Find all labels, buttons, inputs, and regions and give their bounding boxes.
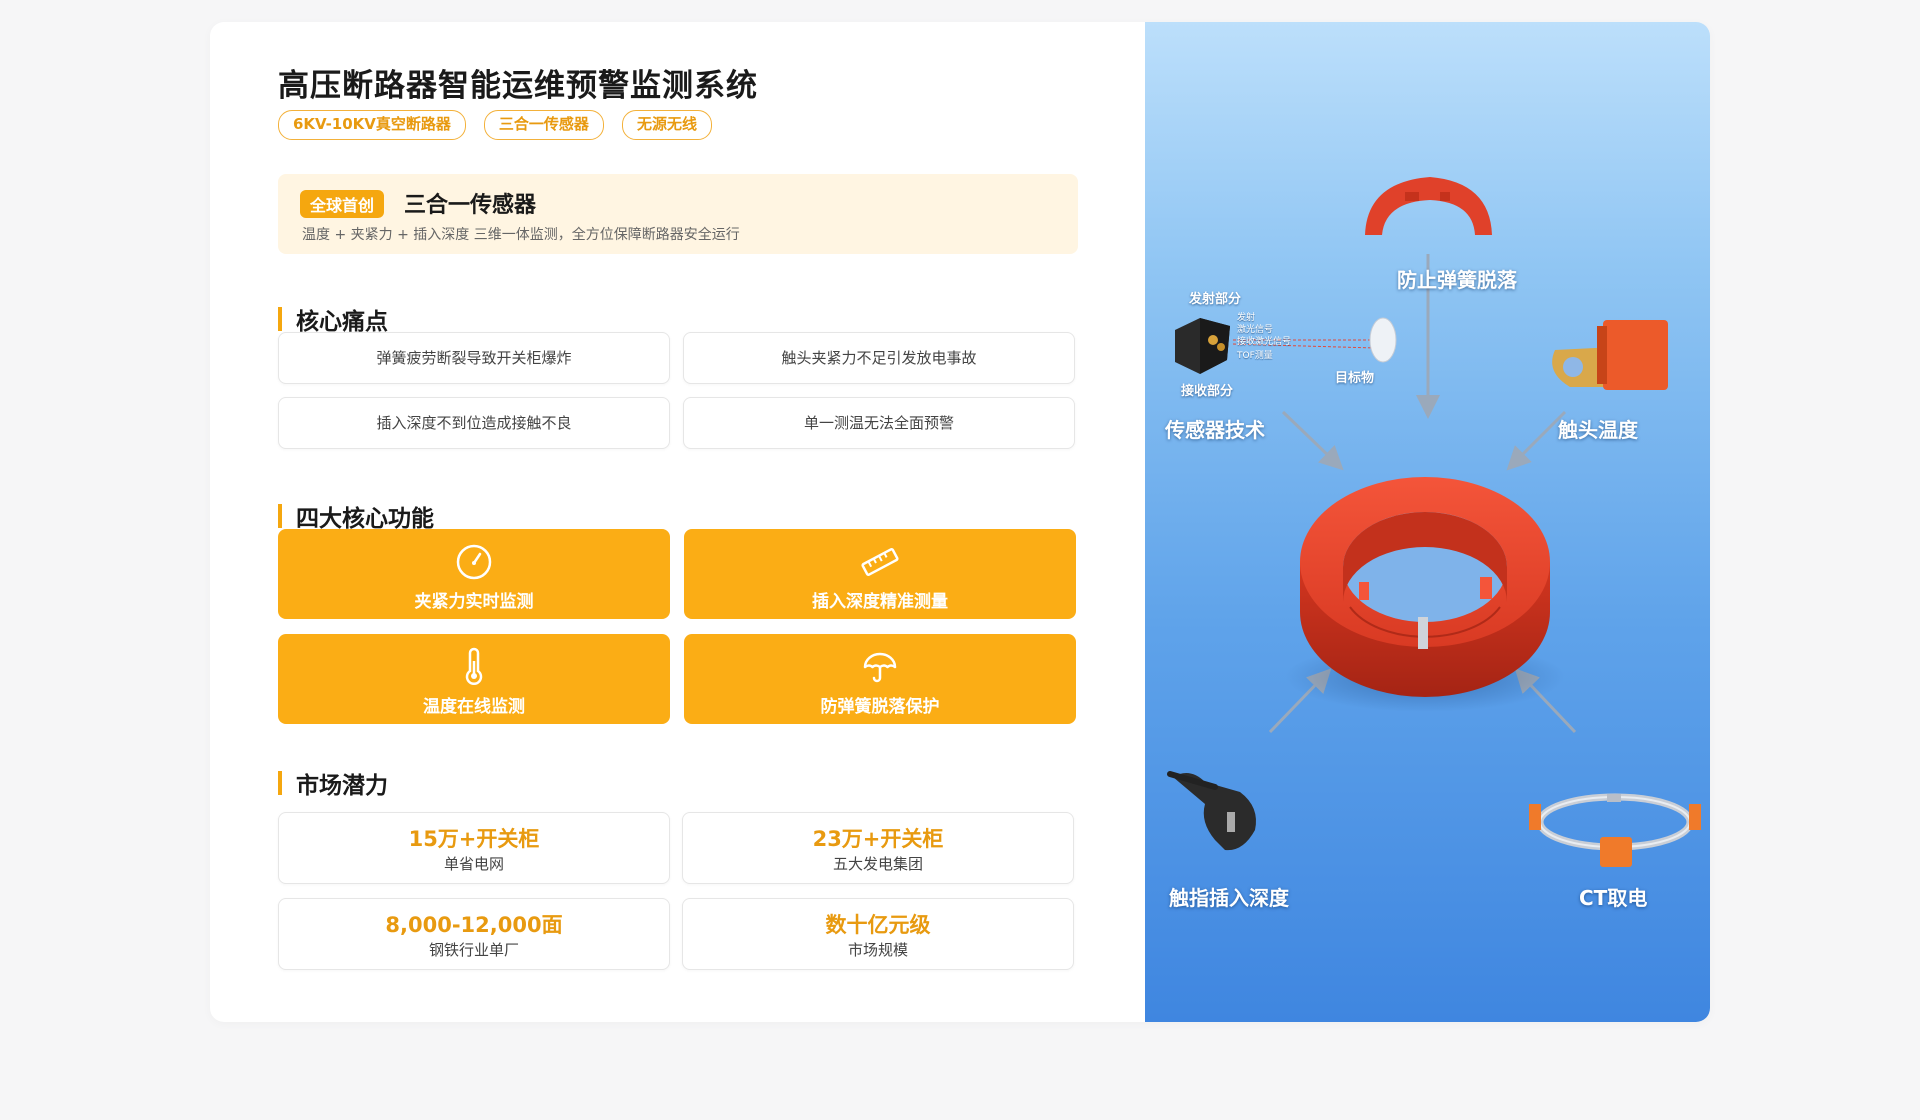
market-label: 五大发电集团 bbox=[832, 855, 923, 873]
tag-wireless: 无源无线 bbox=[621, 110, 712, 140]
umbrella-icon bbox=[863, 652, 897, 683]
market-stat: 数十亿元级 市场规模 bbox=[682, 898, 1074, 970]
tag-voltage: 6KV-10KV真空断路器 bbox=[278, 110, 466, 140]
pain-point-item: 插入深度不到位造成接触不良 bbox=[278, 397, 670, 449]
sensor-receive-laser: 接收激光信号 bbox=[1237, 337, 1292, 347]
label-sensor: 传感器技术 bbox=[1165, 418, 1265, 442]
section-bar bbox=[278, 504, 282, 528]
highlight-banner: 全球首创 三合一传感器 温度 + 夹紧力 + 插入深度 三维一体监测，全方位保障… bbox=[278, 174, 1078, 254]
feature-card-spring-protection[interactable]: 防弹簧脱落保护 bbox=[684, 634, 1076, 724]
section-pain-points: 核心痛点 bbox=[278, 306, 388, 335]
section-market: 市场潜力 bbox=[278, 770, 388, 799]
info-panel: 高压断路器智能运维预警监测系统 6KV-10KV真空断路器 三合一传感器 无源无… bbox=[210, 22, 1145, 1022]
sensor-receive-label: 接收部分 bbox=[1181, 384, 1234, 399]
market-label: 市场规模 bbox=[847, 941, 908, 959]
ct-power-part bbox=[1529, 793, 1701, 867]
feature-card-insertion-depth[interactable]: 插入深度精准测量 bbox=[684, 529, 1076, 619]
section-bar bbox=[278, 307, 282, 331]
product-diagram: 防止弹簧脱落 传感器技术 触头温度 触指插入深度 CT取电 发射部分 接收部分 … bbox=[1145, 22, 1710, 1022]
market-value: 8,000-12,000面 bbox=[385, 913, 563, 937]
section-features: 四大核心功能 bbox=[278, 503, 434, 532]
banner-title: 三合一传感器 bbox=[404, 193, 537, 218]
market-value: 15万+开关柜 bbox=[408, 827, 540, 851]
banner-desc: 温度 + 夹紧力 + 插入深度 三维一体监测，全方位保障断路器安全运行 bbox=[302, 227, 740, 243]
ruler-icon bbox=[861, 547, 899, 577]
market-value: 23万+开关柜 bbox=[812, 827, 944, 851]
page-title: 高压断路器智能运维预警监测系统 bbox=[278, 68, 758, 104]
market-label: 单省电网 bbox=[443, 855, 504, 873]
market-value: 数十亿元级 bbox=[825, 913, 931, 937]
feature-card-temperature[interactable]: 温度在线监测 bbox=[278, 634, 670, 724]
finger-depth-part bbox=[1167, 771, 1256, 851]
label-finger-depth: 触指插入深度 bbox=[1169, 886, 1289, 910]
section-bar bbox=[278, 771, 282, 795]
market-stat: 15万+开关柜 单省电网 bbox=[278, 812, 670, 884]
sensor-target-label: 目标物 bbox=[1335, 371, 1375, 386]
feature-label: 插入深度精准测量 bbox=[812, 592, 948, 612]
first-badge: 全球首创 bbox=[300, 190, 385, 218]
section-title: 市场潜力 bbox=[296, 773, 388, 799]
contact-temp-part bbox=[1552, 320, 1668, 390]
gauge-icon bbox=[456, 544, 492, 580]
feature-card-clamp-force[interactable]: 夹紧力实时监测 bbox=[278, 529, 670, 619]
thermometer-icon bbox=[465, 647, 483, 685]
feature-label: 夹紧力实时监测 bbox=[414, 592, 534, 612]
label-contact-temp: 触头温度 bbox=[1558, 418, 1638, 442]
spring-clip-part bbox=[1365, 177, 1492, 235]
section-title: 四大核心功能 bbox=[296, 506, 434, 532]
diagram-graphics bbox=[1167, 177, 1701, 867]
feature-label: 温度在线监测 bbox=[423, 697, 525, 717]
main-card: 高压断路器智能运维预警监测系统 6KV-10KV真空断路器 三合一传感器 无源无… bbox=[210, 22, 1710, 1022]
pain-point-item: 触头夹紧力不足引发放电事故 bbox=[683, 332, 1075, 384]
pain-point-item: 单一测温无法全面预警 bbox=[683, 397, 1075, 449]
tag-sensor: 三合一传感器 bbox=[483, 110, 604, 140]
sensor-emit-label: 发射部分 bbox=[1189, 292, 1242, 307]
sensor-ring bbox=[1300, 477, 1550, 697]
sensor-tof: TOF测量 bbox=[1237, 351, 1273, 361]
pain-point-item: 弹簧疲劳断裂导致开关柜爆炸 bbox=[278, 332, 670, 384]
feature-label: 防弹簧脱落保护 bbox=[820, 697, 940, 717]
market-stat: 23万+开关柜 五大发电集团 bbox=[682, 812, 1074, 884]
label-spring: 防止弹簧脱落 bbox=[1397, 268, 1517, 292]
section-title: 核心痛点 bbox=[296, 309, 388, 335]
market-stat: 8,000-12,000面 钢铁行业单厂 bbox=[278, 898, 670, 970]
label-ct-power: CT取电 bbox=[1579, 886, 1648, 910]
market-label: 钢铁行业单厂 bbox=[428, 941, 519, 959]
tag-row: 6KV-10KV真空断路器 三合一传感器 无源无线 bbox=[278, 110, 712, 140]
